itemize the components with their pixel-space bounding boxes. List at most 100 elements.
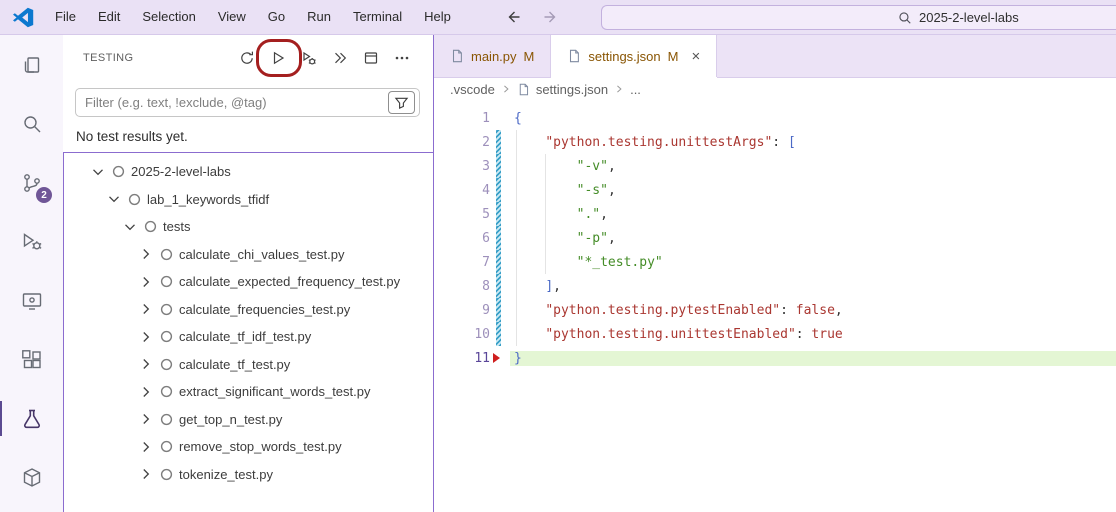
tree-item-label: 2025-2-level-labs [131, 164, 231, 180]
menu-edit[interactable]: Edit [87, 0, 131, 34]
code-line-3[interactable]: 3 "-v", [434, 154, 1116, 178]
run-tests-button[interactable] [270, 50, 286, 66]
command-center-search[interactable]: 2025-2-level-labs [601, 5, 1116, 30]
tree-item-lab_1_keywords_tfidf[interactable]: lab_1_keywords_tfidf [64, 186, 433, 214]
debug-tests-button[interactable] [301, 50, 317, 66]
code-line-1[interactable]: 1{ [434, 106, 1116, 130]
chevron-right-icon[interactable] [136, 246, 156, 262]
tree-item-calculate_expected_frequency_test.py[interactable]: calculate_expected_frequency_test.py [64, 268, 433, 296]
editor-group: main.py M settings.json M × .vscode sett… [434, 35, 1116, 512]
gutter-decorations [490, 178, 510, 202]
menu-selection[interactable]: Selection [131, 0, 206, 34]
chevron-down-icon[interactable] [120, 219, 140, 235]
modified-line-indicator [496, 178, 501, 202]
code-text: "-v", [576, 158, 616, 174]
tree-item-tokenize_test.py[interactable]: tokenize_test.py [64, 461, 433, 489]
tree-item-calculate_frequencies_test.py[interactable]: calculate_frequencies_test.py [64, 296, 433, 324]
tree-item-remove_stop_words_test.py[interactable]: remove_stop_words_test.py [64, 433, 433, 461]
search-icon [899, 11, 911, 24]
extensions-icon [21, 349, 41, 368]
tree-item-calculate_tf_idf_test.py[interactable]: calculate_tf_idf_test.py [64, 323, 433, 351]
file-icon [567, 49, 581, 63]
tree-item-tests[interactable]: tests [64, 213, 433, 241]
code-line-5[interactable]: 5 ".", [434, 202, 1116, 226]
menu-run[interactable]: Run [296, 0, 342, 34]
more-actions-button[interactable] [394, 50, 410, 66]
chevron-right-icon[interactable] [136, 384, 156, 400]
tree-item-calculate_tf_test.py[interactable]: calculate_tf_test.py [64, 351, 433, 379]
modified-line-indicator [496, 226, 501, 250]
chevron-down-icon[interactable] [104, 191, 124, 207]
activitybar-search[interactable] [0, 94, 63, 153]
vscode-logo-icon [13, 7, 34, 27]
activitybar-testing[interactable] [0, 389, 63, 448]
tree-item-extract_significant_words_test.py[interactable]: extract_significant_words_test.py [64, 378, 433, 406]
funnel-icon [394, 97, 409, 109]
chevron-right-icon[interactable] [136, 274, 156, 290]
breadcrumb-file[interactable]: settings.json [536, 82, 608, 97]
modified-line-indicator [496, 298, 501, 322]
test-state-circle-icon [156, 302, 176, 317]
modified-line-indicator [496, 130, 501, 154]
menu-view[interactable]: View [207, 0, 257, 34]
test-state-circle-icon [156, 247, 176, 262]
breadcrumb-symbol[interactable]: ... [630, 82, 641, 97]
code-text: "*_test.py" [576, 254, 663, 270]
code-line-8[interactable]: 8 ], [434, 274, 1116, 298]
code-editor[interactable]: 1{2 "python.testing.unittestArgs": [3 "-… [434, 100, 1116, 512]
menu-go[interactable]: Go [257, 0, 296, 34]
line-number: 1 [482, 110, 490, 126]
code-line-9[interactable]: 9 "python.testing.pytestEnabled": false, [434, 298, 1116, 322]
code-line-11[interactable]: 11} [434, 346, 1116, 370]
menu-help[interactable]: Help [413, 0, 462, 34]
chevron-right-icon [614, 84, 624, 94]
gutter-decorations [490, 298, 510, 322]
code-text: "python.testing.pytestEnabled": false, [545, 302, 843, 318]
activitybar-remote-explorer[interactable] [0, 271, 63, 330]
forward-arrow-icon[interactable] [542, 9, 558, 25]
close-tab-icon[interactable]: × [691, 49, 700, 64]
activitybar-run-and-debug[interactable] [0, 212, 63, 271]
workbench: 2 TESTING Filter (e.g. text, !exclude, @… [0, 35, 1116, 512]
modified-line-indicator [496, 154, 501, 178]
code-text: "python.testing.unittestEnabled": true [545, 326, 843, 342]
tree-item-2025-2-level-labs[interactable]: 2025-2-level-labs [64, 158, 433, 186]
chevron-down-icon[interactable] [88, 164, 108, 180]
filter-input[interactable] [85, 95, 388, 110]
test-state-circle-icon [156, 412, 176, 427]
menu-terminal[interactable]: Terminal [342, 0, 413, 34]
activitybar-extensions[interactable] [0, 330, 63, 389]
tab-main-py[interactable]: main.py M [434, 35, 552, 77]
chevron-right-icon[interactable] [136, 329, 156, 345]
chevron-right-icon[interactable] [136, 411, 156, 427]
chevron-right-icon[interactable] [136, 356, 156, 372]
back-arrow-icon[interactable] [506, 9, 522, 25]
refresh-tests-button[interactable] [239, 50, 255, 66]
code-line-7[interactable]: 7 "*_test.py" [434, 250, 1116, 274]
files-icon [24, 56, 39, 73]
tree-item-get_top_n_test.py[interactable]: get_top_n_test.py [64, 406, 433, 434]
code-line-2[interactable]: 2 "python.testing.unittestArgs": [ [434, 130, 1116, 154]
breadcrumb-folder[interactable]: .vscode [450, 82, 495, 97]
tree-item-label: tokenize_test.py [179, 466, 273, 482]
chevron-right-icon[interactable] [136, 301, 156, 317]
modified-line-indicator [496, 250, 501, 274]
code-line-10[interactable]: 10 "python.testing.unittestEnabled": tru… [434, 322, 1116, 346]
activitybar-explorer[interactable] [0, 35, 63, 94]
activitybar-source-control[interactable]: 2 [0, 153, 63, 212]
tab-label: settings.json [588, 48, 661, 64]
package-icon [23, 467, 40, 487]
tab-settings-json[interactable]: settings.json M × [551, 35, 718, 77]
show-output-button[interactable] [363, 50, 379, 66]
filter-options-button[interactable] [388, 91, 415, 114]
tab-modified-badge: M [523, 48, 535, 64]
code-line-6[interactable]: 6 "-p", [434, 226, 1116, 250]
menu-file[interactable]: File [44, 0, 87, 34]
code-line-4[interactable]: 4 "-s", [434, 178, 1116, 202]
chevron-right-icon[interactable] [136, 466, 156, 482]
chevron-right-icon[interactable] [136, 439, 156, 455]
test-state-circle-icon [156, 467, 176, 482]
coverage-tests-button[interactable] [332, 50, 348, 66]
tree-item-calculate_chi_values_test.py[interactable]: calculate_chi_values_test.py [64, 241, 433, 269]
activitybar-package[interactable] [0, 448, 63, 507]
